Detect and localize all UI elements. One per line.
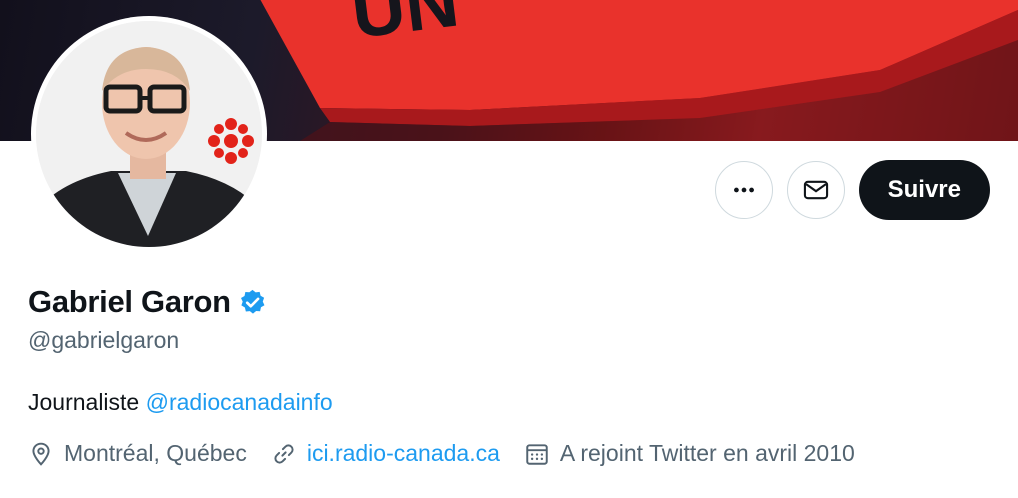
profile-handle: @gabrielgaron [28, 327, 180, 353]
profile-avatar[interactable] [31, 16, 267, 252]
bio-text: Journaliste [28, 389, 146, 415]
location-item: Montréal, Québec [28, 440, 247, 467]
location-pin-icon [32, 442, 50, 466]
profile-name-row: Gabriel Garon [28, 284, 267, 320]
profile-bio: Journaliste @radiocanadainfo [28, 389, 333, 416]
follow-button[interactable]: Suivre [858, 160, 990, 220]
envelope-icon [803, 180, 828, 200]
message-button[interactable] [786, 161, 845, 219]
joined-text: A rejoint Twitter en avril 2010 [559, 440, 855, 466]
more-options-button[interactable] [714, 161, 773, 219]
website-link[interactable]: ici.radio-canada.ca [307, 440, 500, 467]
follow-button-label: Suivre [887, 176, 961, 203]
verified-badge-icon[interactable] [238, 288, 267, 317]
more-horizontal-icon [733, 187, 754, 193]
website-item: ici.radio-canada.ca [271, 440, 500, 467]
profile-name: Gabriel Garon [28, 284, 231, 319]
link-icon [274, 443, 294, 464]
location-text: Montréal, Québec [64, 440, 247, 466]
calendar-icon [526, 443, 548, 465]
avatar-photo [36, 21, 262, 247]
profile-meta: Montréal, Québec ici.radio-canada.ca A r… [28, 440, 879, 467]
profile-actions: Suivre [714, 160, 990, 220]
bio-mention-link[interactable]: @radiocanadainfo [146, 389, 333, 415]
joined-item: A rejoint Twitter en avril 2010 [524, 440, 855, 467]
